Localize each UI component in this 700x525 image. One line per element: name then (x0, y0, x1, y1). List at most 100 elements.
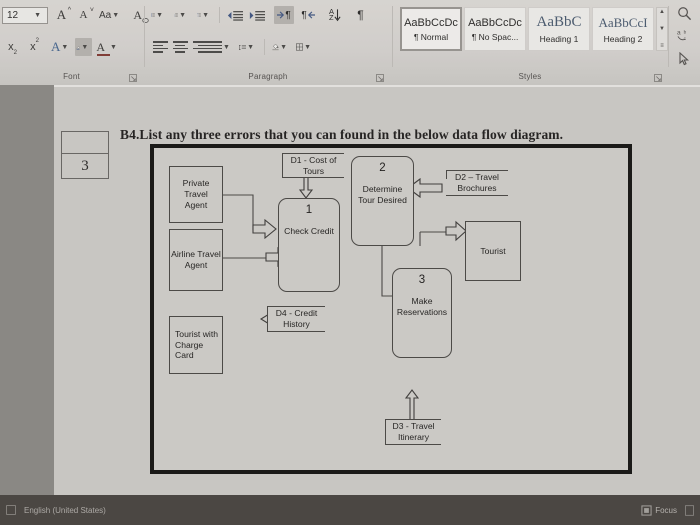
shading-button[interactable]: ▼ (271, 38, 291, 56)
subscript-button[interactable]: x 2 (4, 38, 21, 56)
chevron-down-icon[interactable]: ▼ (60, 44, 71, 51)
grow-font-button[interactable]: A ^ (53, 6, 71, 24)
styles-gallery[interactable]: AaBbCcDc ¶ Normal AaBbCcDc ¶ No Spac... … (400, 7, 668, 51)
decrease-indent-icon (227, 10, 243, 21)
process-make-reservations[interactable]: 3 Make Reservations (392, 268, 452, 358)
cursor-arrow-icon (679, 52, 690, 66)
entity-label: Private Travel Agent (182, 178, 210, 210)
chevron-down-icon[interactable]: ▼ (303, 44, 314, 51)
status-language[interactable]: English (United States) (24, 506, 106, 515)
datastore-d3-travel-itinerary[interactable]: D3 - Travel Itinerary (385, 419, 441, 445)
accessibility-icon[interactable] (6, 505, 16, 515)
reading-view-icon[interactable] (685, 504, 694, 516)
line-spacing-button[interactable]: ▼ (238, 38, 258, 56)
chevron-down-icon[interactable]: ▼ (155, 12, 166, 19)
process-check-credit[interactable]: 1 Check Credit (278, 198, 340, 292)
replace-icon: a b c (677, 30, 687, 42)
align-center-icon (172, 41, 188, 53)
text-effects-button[interactable]: A ▼ (50, 38, 72, 56)
borders-button[interactable]: ▼ (295, 38, 315, 56)
font-size-value: 12 (7, 9, 19, 21)
chevron-down-icon[interactable]: ▼ (178, 12, 189, 19)
entity-tourist[interactable]: Tourist (465, 221, 521, 281)
entity-label: Tourist (480, 245, 506, 256)
styles-more-icon[interactable]: ≡ (660, 43, 664, 49)
font-color-swatch (97, 53, 111, 56)
font-color-button[interactable]: A ▼ (95, 38, 121, 56)
sort-button[interactable]: A Z (325, 6, 345, 24)
ribbon-group-paragraph: ▼ 1 2 3 ▼ ▼ ¶ ¶ A Z ¶ ▼ ▼ ▼ ▼ Paragraph … (146, 0, 390, 85)
style-tile-heading-1[interactable]: AaBbC Heading 1 (528, 7, 590, 51)
paragraph-dialog-launcher[interactable]: ↘ (376, 74, 384, 83)
chevron-down-icon[interactable]: ▼ (222, 44, 233, 51)
group-divider (144, 6, 145, 67)
datastore-d2-travel-brochures[interactable]: D2 – Travel Brochures (446, 170, 508, 196)
grow-font-label: A (56, 7, 67, 22)
style-tile-no-spacing[interactable]: AaBbCcDc ¶ No Spac... (464, 7, 526, 51)
multilevel-list-button[interactable]: ▼ (196, 6, 213, 24)
chevron-down-icon[interactable]: ▼ (111, 12, 122, 19)
text-highlight-button[interactable]: ▼ (75, 38, 93, 56)
svg-text:c: c (684, 36, 687, 41)
group-divider (392, 6, 393, 67)
chevron-down-icon[interactable]: ▼ (33, 12, 44, 19)
toolbar-divider (219, 7, 220, 23)
arrow-right-icon (277, 11, 285, 19)
scroll-down-icon[interactable]: ▼ (659, 26, 665, 32)
entity-private-travel-agent[interactable]: Private Travel Agent (169, 166, 223, 223)
show-formatting-marks-button[interactable]: ¶ (352, 6, 369, 24)
shrink-font-button[interactable]: A ˅ (75, 6, 94, 24)
datastore-d4-credit-history[interactable]: D4 - Credit History (267, 306, 325, 332)
styles-gallery-scrollbar[interactable]: ▲ ▼ ≡ (656, 7, 668, 51)
select-button[interactable] (678, 52, 691, 66)
styles-dialog-launcher[interactable]: ↘ (654, 74, 662, 83)
font-size-input[interactable]: 12 ▼ (2, 6, 48, 24)
entity-tourist-with-charge-card[interactable]: Tourist with Charge Card (169, 316, 223, 374)
chevron-down-icon[interactable]: ▼ (201, 12, 212, 19)
replace-button[interactable]: a b c (677, 28, 692, 43)
superscript-button[interactable]: x 2 (26, 38, 43, 56)
increase-indent-icon (249, 10, 265, 21)
numbering-button[interactable]: 1 2 3 ▼ (173, 6, 190, 24)
align-left-icon (152, 41, 168, 53)
chevron-down-icon[interactable]: ▼ (246, 44, 257, 51)
status-focus[interactable]: Focus (655, 506, 677, 515)
chevron-down-icon[interactable]: ▼ (109, 44, 120, 51)
entity-airline-travel-agent[interactable]: Airline Travel Agent (169, 229, 223, 291)
marks-table-cell-bottom: 3 (81, 157, 89, 174)
style-tile-normal[interactable]: AaBbCcDc ¶ Normal (400, 7, 462, 51)
find-button[interactable] (677, 6, 692, 21)
align-right-icon (192, 41, 208, 53)
bullets-button[interactable]: ▼ (150, 6, 167, 24)
font-dialog-launcher[interactable]: ↘ (129, 74, 137, 83)
focus-mode-icon[interactable] (641, 504, 652, 516)
chevron-down-icon[interactable]: ▼ (279, 44, 290, 51)
chevron-down-icon[interactable]: ▼ (80, 44, 91, 51)
paragraph-row-1: ▼ 1 2 3 ▼ ▼ ¶ ¶ A Z ¶ (150, 6, 369, 24)
decrease-indent-button[interactable] (226, 6, 244, 24)
style-tile-heading-2[interactable]: AaBbCcI Heading 2 (592, 7, 654, 51)
style-sample: AaBbC (536, 14, 582, 30)
font-color-label: A (96, 39, 105, 54)
data-flow-diagram[interactable]: Private Travel Agent Airline Travel Agen… (150, 144, 632, 474)
process-number: 1 (305, 204, 313, 216)
justify-button[interactable]: ▼ (207, 38, 233, 56)
document-page[interactable]: 3 B4.List any three errors that you can … (54, 85, 700, 495)
increase-indent-button[interactable] (248, 6, 266, 24)
styles-group-label: Styles (518, 72, 542, 81)
rtl-text-direction-button[interactable]: ¶ (298, 6, 318, 24)
font-row-1: 12 ▼ A ^ A ˅ Aa ▼ A (2, 6, 149, 24)
datastore-d1-cost-of-tours[interactable]: D1 - Cost of Tours (282, 153, 344, 178)
process-determine-tour-desired[interactable]: 2 Determine Tour Desired (351, 156, 414, 246)
scroll-up-icon[interactable]: ▲ (659, 9, 665, 15)
style-sample: AaBbCcDc (468, 16, 522, 29)
process-label: Check Credit (284, 226, 334, 237)
arrow-down-icon (334, 8, 341, 21)
datastore-label: D2 – Travel Brochures (455, 172, 499, 193)
ltr-text-direction-button[interactable]: ¶ (274, 6, 294, 24)
change-case-button[interactable]: Aa ▼ (98, 6, 123, 24)
marks-table-cell-top (62, 132, 108, 154)
align-center-button[interactable] (170, 38, 190, 56)
align-left-button[interactable] (150, 38, 170, 56)
superscript-sup: 2 (35, 38, 39, 44)
